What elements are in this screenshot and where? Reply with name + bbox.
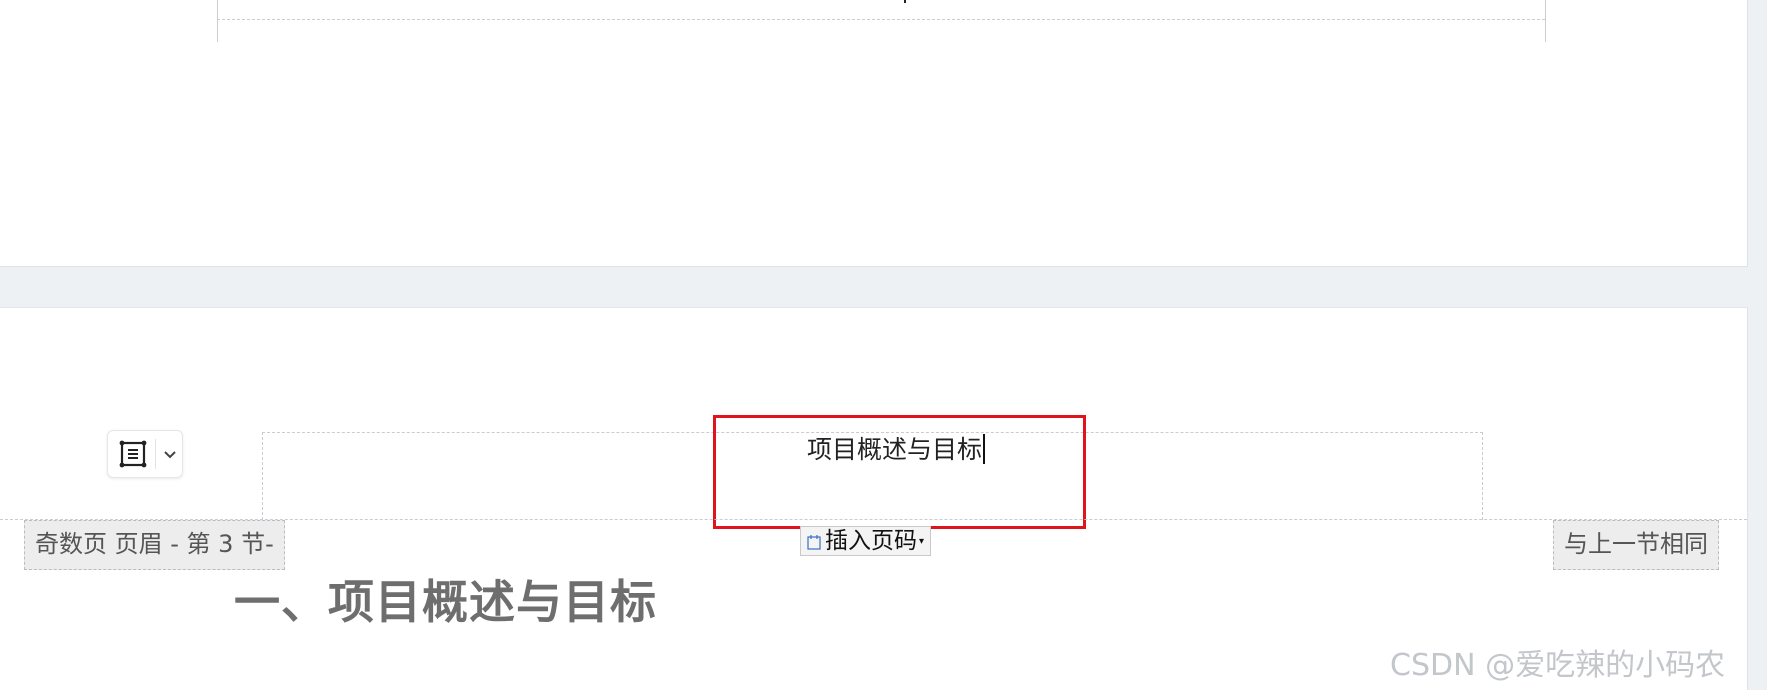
previous-page-right-guide bbox=[1545, 0, 1546, 42]
toolbar-separator bbox=[155, 439, 156, 469]
frame-select-icon[interactable] bbox=[115, 436, 151, 472]
dropdown-arrow-icon: ▾ bbox=[919, 536, 925, 547]
watermark: CSDN @爱吃辣的小码农 bbox=[1390, 648, 1726, 683]
insert-page-number-label: 插入页码 bbox=[825, 528, 917, 554]
section-heading[interactable]: 一、项目概述与目标 bbox=[234, 566, 657, 632]
previous-page bbox=[0, 0, 1748, 267]
previous-page-text-mark bbox=[904, 0, 906, 3]
previous-page-footer-guide bbox=[217, 19, 1545, 20]
chevron-down-icon[interactable] bbox=[160, 444, 180, 464]
page-number-icon bbox=[807, 529, 821, 550]
previous-page-left-guide bbox=[217, 0, 218, 42]
odd-page-header-label: 奇数页 页眉 - 第 3 节- bbox=[24, 520, 285, 570]
same-as-previous-label[interactable]: 与上一节相同 bbox=[1553, 520, 1719, 570]
insert-page-number-button[interactable]: 插入页码 ▾ bbox=[800, 526, 932, 556]
annotation-highlight-box bbox=[713, 415, 1086, 529]
header-frame-toolbar[interactable] bbox=[107, 430, 183, 478]
